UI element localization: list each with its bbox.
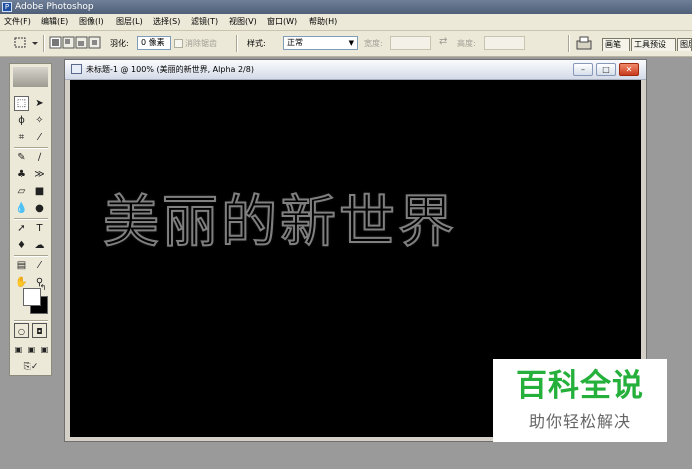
menu-image[interactable]: 图像(I) (79, 16, 104, 28)
slice-icon[interactable]: ⁄ (32, 130, 47, 145)
feather-label: 羽化: (110, 39, 129, 48)
options-bar: 羽化: 0 像素 消除锯齿 样式: 正常 ▼ 宽度: ⇄ 高度: (0, 31, 692, 57)
pen-icon[interactable]: ♦ (14, 238, 29, 253)
document-title: 未标题-1 @ 100% (美丽的新世界, Alpha 2/8) (86, 65, 254, 74)
height-label: 高度: (457, 39, 476, 48)
menu-filter[interactable]: 滤镜(T) (191, 16, 218, 28)
swap-dimensions-icon[interactable]: ⇄ (439, 36, 447, 47)
style-select-value: 正常 (287, 38, 303, 47)
tab-layers[interactable]: 图层 (677, 38, 692, 51)
watermark-title: 百科全说 (516, 368, 644, 404)
watermark-badge: 百科全说 助你轻松解决 (493, 359, 667, 442)
antialias-label: 消除锯齿 (185, 39, 217, 48)
crop-icon[interactable]: ⌗ (14, 130, 29, 145)
quick-mask-icon[interactable]: ◘ (32, 323, 47, 338)
menu-bar: 文件(F) 编辑(E) 图像(I) 图层(L) 选择(S) 滤镜(T) 视图(V… (0, 14, 692, 31)
marquee-icon[interactable]: ⬚ (14, 96, 29, 111)
gradient-icon[interactable]: ■ (32, 184, 47, 199)
magic-wand-icon[interactable]: ✧ (32, 113, 47, 128)
document-icon (71, 64, 82, 74)
history-brush-icon[interactable]: ≫ (32, 167, 47, 182)
swap-colors-icon[interactable]: ↰ (38, 283, 48, 293)
dodge-icon[interactable]: ● (32, 201, 47, 216)
blur-icon[interactable]: 💧 (14, 201, 29, 216)
chevron-down-icon: ▼ (348, 39, 354, 47)
menu-file[interactable]: 文件(F) (4, 16, 31, 28)
eyedropper-icon[interactable]: ⁄ (32, 258, 47, 273)
marquee-preset-icon[interactable] (13, 36, 39, 50)
maximize-button[interactable]: □ (596, 63, 616, 76)
document-title-bar[interactable]: 未标题-1 @ 100% (美丽的新世界, Alpha 2/8) – □ ✕ (65, 60, 646, 80)
tab-tool-presets[interactable]: 工具预设 (631, 38, 676, 51)
width-input[interactable] (390, 36, 431, 50)
menu-help[interactable]: 帮助(H) (309, 16, 337, 28)
lasso-icon[interactable]: ϕ (14, 113, 29, 128)
close-button[interactable]: ✕ (619, 63, 639, 76)
menu-window[interactable]: 窗口(W) (267, 16, 297, 28)
clone-stamp-icon[interactable]: ♣ (14, 167, 29, 182)
menu-view[interactable]: 视图(V) (229, 16, 257, 28)
file-browser-icon[interactable] (576, 36, 593, 50)
move-icon[interactable]: ➤ (32, 96, 47, 111)
canvas-outlined-text: 美丽的新世界 (102, 189, 457, 256)
adobe-feather-logo (13, 67, 48, 87)
style-select[interactable]: 正常 ▼ (283, 36, 358, 50)
menu-select[interactable]: 选择(S) (153, 16, 180, 28)
brush-icon[interactable]: ∕ (32, 150, 47, 165)
minimize-button[interactable]: – (573, 63, 593, 76)
photoshop-app-icon: P (2, 2, 12, 12)
menu-edit[interactable]: 编辑(E) (41, 16, 68, 28)
type-icon[interactable]: T (32, 221, 47, 236)
height-input[interactable] (484, 36, 525, 50)
notes-icon[interactable]: ▤ (14, 258, 29, 273)
app-title: Adobe Photoshop (15, 2, 94, 12)
screen-mode-standard-icon[interactable]: ▣ (12, 342, 25, 357)
menu-layer[interactable]: 图层(L) (116, 16, 143, 28)
shape-icon[interactable]: ☁ (32, 238, 47, 253)
selection-mode-icons[interactable] (49, 36, 101, 50)
style-label: 样式: (247, 39, 266, 48)
watermark-subtitle: 助你轻松解决 (528, 412, 631, 431)
app-title-bar: P Adobe Photoshop (0, 0, 692, 14)
healing-brush-icon[interactable]: ✎ (14, 150, 29, 165)
jump-to-imageready-icon[interactable]: ⎘✓ (14, 360, 48, 375)
path-select-icon[interactable]: ➚ (14, 221, 29, 236)
toolbox: ⬚ ➤ ϕ ✧ ⌗ ⁄ ✎ ∕ ♣ ≫ ▱ ■ 💧 ● ➚ T ♦ ☁ ▤ ⁄ … (9, 63, 52, 376)
tab-brushes[interactable]: 画笔 (602, 38, 630, 51)
width-label: 宽度: (364, 39, 383, 48)
screen-mode-full-menu-icon[interactable]: ▣ (25, 342, 38, 357)
standard-mode-icon[interactable]: ○ (14, 323, 29, 338)
screen-mode-full-icon[interactable]: ▣ (38, 342, 51, 357)
feather-input[interactable]: 0 像素 (137, 36, 171, 50)
eraser-icon[interactable]: ▱ (14, 184, 29, 199)
antialias-checkbox[interactable] (174, 39, 183, 48)
